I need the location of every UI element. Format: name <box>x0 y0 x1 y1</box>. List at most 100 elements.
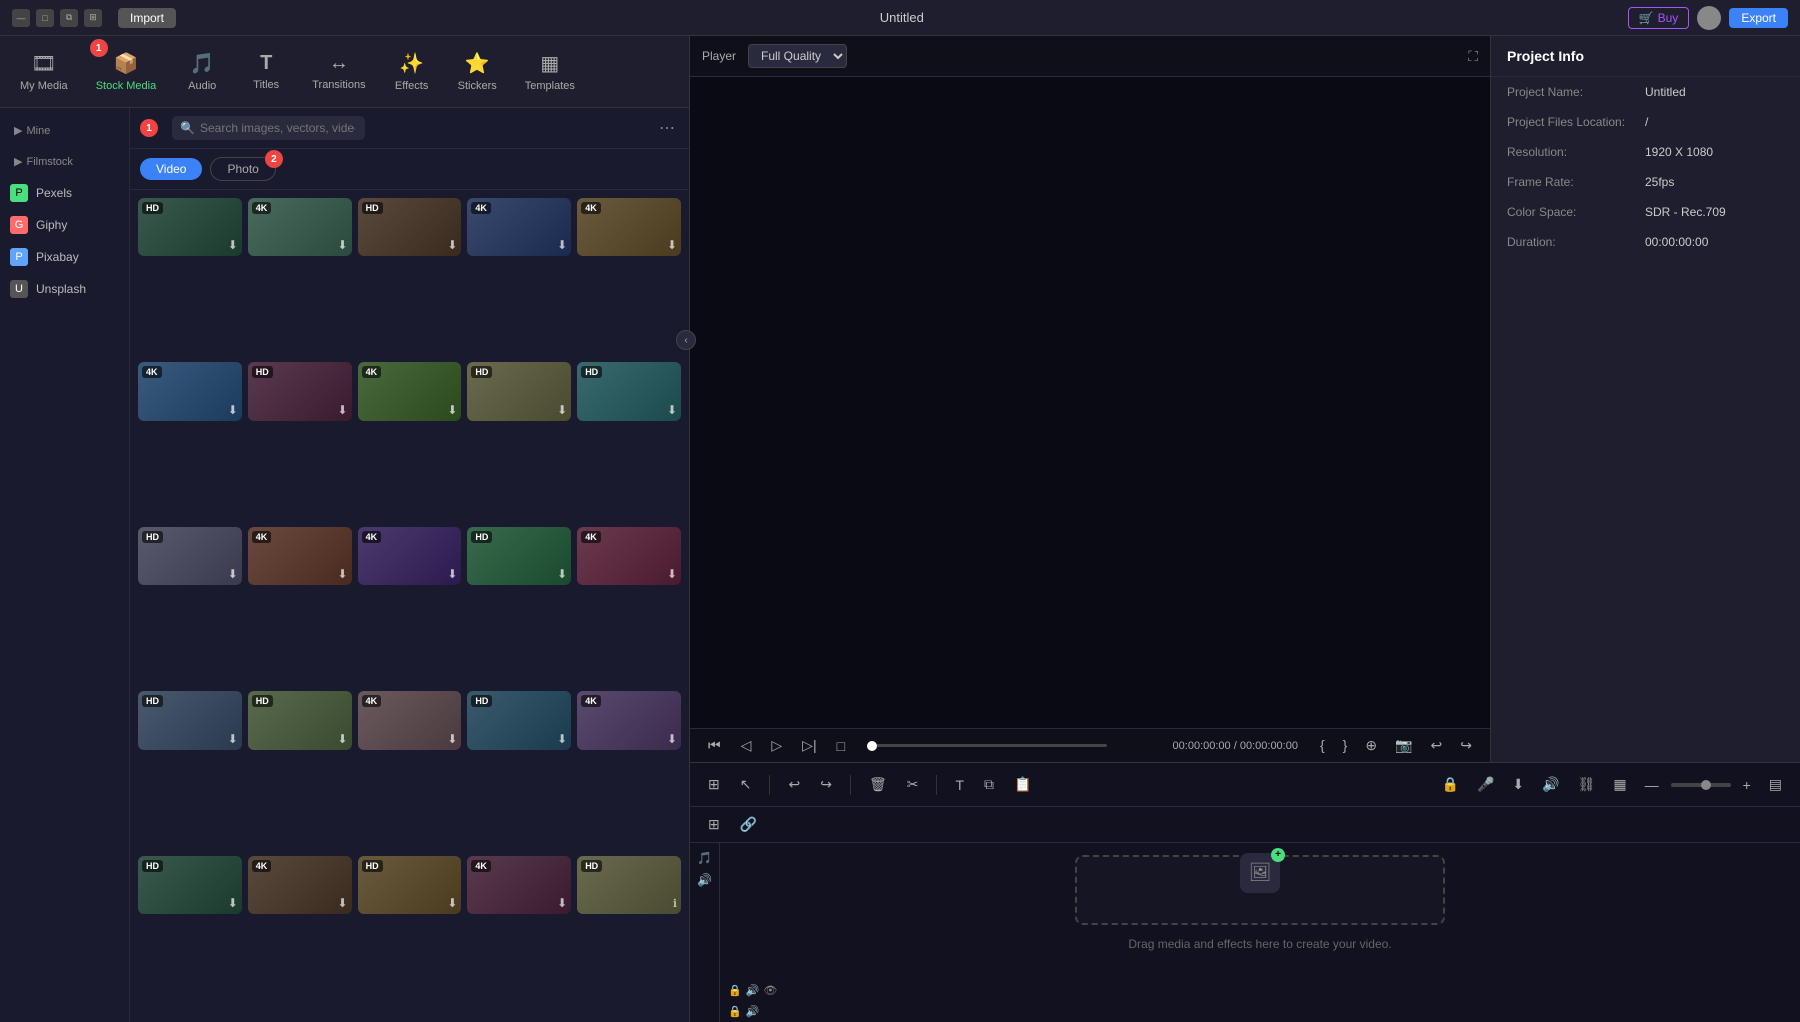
media-thumb-21[interactable]: 4K⬇ <box>248 856 352 914</box>
snap-button[interactable]: 🔒 <box>1436 774 1465 795</box>
media-thumb-14[interactable]: 4K⬇ <box>577 527 681 585</box>
media-thumb-11[interactable]: 4K⬇ <box>248 527 352 585</box>
redo-icon[interactable]: ↪ <box>1454 735 1478 756</box>
media-thumb-5[interactable]: 4K⬇ <box>138 362 242 420</box>
avatar[interactable] <box>1697 6 1721 30</box>
tab-effects[interactable]: ✨ Effects <box>382 43 442 100</box>
download-icon-9[interactable]: ⬇ <box>667 403 677 417</box>
download-icon-23[interactable]: ⬇ <box>557 896 567 910</box>
buy-button[interactable]: 🛒 Buy <box>1628 7 1690 29</box>
media-thumb-17[interactable]: 4K⬇ <box>358 691 462 749</box>
frame-forward-button[interactable]: ▷| <box>796 735 822 756</box>
tab-transitions[interactable]: ↔ Transitions <box>300 44 377 99</box>
media-thumb-13[interactable]: HD⬇ <box>467 527 571 585</box>
connect-button[interactable]: ⛓ <box>1572 774 1602 795</box>
export-button[interactable]: Export <box>1729 8 1788 28</box>
collapse-panel-button[interactable]: ‹ <box>676 330 696 350</box>
ratio-button[interactable]: ▦ <box>1607 774 1632 795</box>
media-thumb-20[interactable]: HD⬇ <box>138 856 242 914</box>
download-icon-19[interactable]: ⬇ <box>667 732 677 746</box>
sidebar-filmstock-toggle[interactable]: ▶ Filmstock <box>8 151 121 172</box>
filter-photo-button[interactable]: Photo 2 <box>210 157 275 181</box>
detect-button[interactable]: ⬇ <box>1506 774 1530 795</box>
sidebar-item-unsplash[interactable]: U Unsplash <box>0 274 129 304</box>
filter-video-button[interactable]: Video <box>140 158 202 180</box>
layout-button[interactable]: ▤ <box>1763 774 1788 795</box>
zoom-track[interactable] <box>1671 783 1731 787</box>
maximize-icon[interactable]: □ <box>36 9 54 27</box>
search-more-icon[interactable]: ⋯ <box>655 118 679 138</box>
voiceover-button[interactable]: 🎤 <box>1471 774 1500 795</box>
download-icon-6[interactable]: ⬇ <box>338 403 348 417</box>
tab-titles[interactable]: T Titles <box>236 44 296 99</box>
download-icon-2[interactable]: ⬇ <box>447 238 457 252</box>
sidebar-item-giphy[interactable]: G Giphy <box>0 210 129 240</box>
sound-button[interactable]: 🔊 <box>1536 774 1565 795</box>
media-thumb-1[interactable]: 4K⬇ <box>248 198 352 256</box>
media-thumb-4[interactable]: 4K⬇ <box>577 198 681 256</box>
download-icon-18[interactable]: ⬇ <box>557 732 567 746</box>
cut-icon[interactable]: { <box>1314 735 1331 756</box>
import-button[interactable]: Import <box>118 8 176 28</box>
zoom-out-tl-button[interactable]: — <box>1639 775 1665 795</box>
media-thumb-12[interactable]: 4K⬇ <box>358 527 462 585</box>
media-thumb-9[interactable]: HD⬇ <box>577 362 681 420</box>
media-thumb-23[interactable]: 4K⬇ <box>467 856 571 914</box>
stop-button[interactable]: □ <box>831 736 851 756</box>
add-to-timeline-icon[interactable]: ⊕ <box>1359 735 1383 756</box>
track-2-icon[interactable]: 🔊 <box>697 873 712 887</box>
download-icon-24[interactable]: ℹ <box>673 897 677 910</box>
snapshot-icon[interactable]: 📷 <box>1389 735 1418 756</box>
tab-audio[interactable]: 🎵 Audio <box>172 43 232 100</box>
sidebar-mine-toggle[interactable]: ▶ Mine <box>8 120 121 141</box>
paste-button[interactable]: 📋 <box>1008 774 1037 795</box>
download-icon-10[interactable]: ⬇ <box>228 567 238 581</box>
text-button[interactable]: T <box>949 775 970 795</box>
media-thumb-2[interactable]: HD⬇ <box>358 198 462 256</box>
download-icon-7[interactable]: ⬇ <box>447 403 457 417</box>
minimize-icon[interactable]: — <box>12 9 30 27</box>
download-icon-17[interactable]: ⬇ <box>447 732 457 746</box>
download-icon-5[interactable]: ⬇ <box>228 403 238 417</box>
download-icon-21[interactable]: ⬇ <box>338 896 348 910</box>
cut-end-icon[interactable]: } <box>1337 735 1354 756</box>
pip-icon[interactable]: ⧉ <box>60 9 78 27</box>
mute-icon[interactable]: 🔊 <box>746 984 760 997</box>
media-thumb-16[interactable]: HD⬇ <box>248 691 352 749</box>
fullscreen-icon[interactable]: ⛶ <box>1468 48 1478 65</box>
media-thumb-3[interactable]: 4K⬇ <box>467 198 571 256</box>
track-1-icon[interactable]: 🎵 <box>697 851 712 865</box>
download-icon-15[interactable]: ⬇ <box>228 732 238 746</box>
mute-icon-2[interactable]: 🔊 <box>746 1005 760 1018</box>
lock-icon[interactable]: 🔒 <box>728 984 742 997</box>
media-thumb-0[interactable]: HD⬇ <box>138 198 242 256</box>
zoom-handle[interactable] <box>1701 780 1711 790</box>
undo-icon[interactable]: ↩ <box>1425 735 1449 756</box>
media-thumb-7[interactable]: 4K⬇ <box>358 362 462 420</box>
delete-button[interactable]: 🗑 <box>863 774 893 795</box>
media-thumb-24[interactable]: HDℹ <box>577 856 681 914</box>
media-thumb-19[interactable]: 4K⬇ <box>577 691 681 749</box>
select-tool-button[interactable]: ↖ <box>734 774 758 795</box>
download-icon-3[interactable]: ⬇ <box>557 238 567 252</box>
copy-button[interactable]: ⧉ <box>978 774 1000 795</box>
tab-stickers[interactable]: ⭐ Stickers <box>446 43 509 100</box>
sidebar-item-pixabay[interactable]: P Pixabay <box>0 242 129 272</box>
playhead[interactable] <box>867 744 1107 747</box>
media-thumb-22[interactable]: HD⬇ <box>358 856 462 914</box>
quality-select[interactable]: Full Quality <box>748 44 847 68</box>
sidebar-item-pexels[interactable]: P Pexels <box>0 178 129 208</box>
tab-stock-media[interactable]: 1 📦 Stock Media <box>84 43 169 100</box>
download-icon-20[interactable]: ⬇ <box>228 896 238 910</box>
media-thumb-6[interactable]: HD⬇ <box>248 362 352 420</box>
download-icon-11[interactable]: ⬇ <box>338 567 348 581</box>
eye-icon[interactable]: 👁 <box>763 984 777 997</box>
frame-back-button[interactable]: ◁ <box>735 735 758 756</box>
download-icon-13[interactable]: ⬇ <box>557 567 567 581</box>
media-thumb-18[interactable]: HD⬇ <box>467 691 571 749</box>
grid-view-button[interactable]: ⊞ <box>702 774 726 795</box>
tab-my-media[interactable]: 🎞 My Media <box>8 43 80 100</box>
media-thumb-15[interactable]: HD⬇ <box>138 691 242 749</box>
play-button[interactable]: ▷ <box>765 735 788 756</box>
download-icon-22[interactable]: ⬇ <box>447 896 457 910</box>
